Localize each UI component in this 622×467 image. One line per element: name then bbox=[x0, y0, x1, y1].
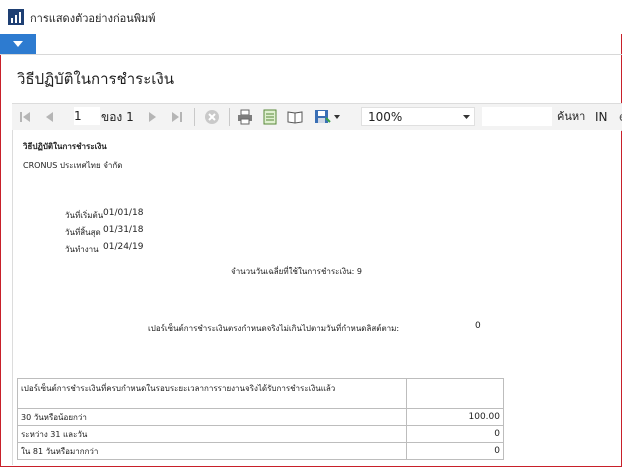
print-layout-button[interactable] bbox=[259, 104, 281, 130]
last-page-button[interactable] bbox=[168, 104, 186, 130]
chevron-down-icon bbox=[13, 41, 23, 47]
stop-button[interactable] bbox=[201, 104, 223, 130]
report-toolbar: 1 ของ 1 100% ค้นหา IN e bbox=[12, 103, 622, 131]
page-count-label: ของ 1 bbox=[101, 110, 134, 124]
table-header-cell: เปอร์เซ็นต์การชำระเงินที่ครบกำหนดในรอบระ… bbox=[17, 378, 407, 409]
unpaid-label: เปอร์เซ็นต์การชำระเงินตรงกำหนดจริงไม่เกิ… bbox=[148, 324, 400, 333]
table-row: ระหว่าง 31 และวัน 0 bbox=[17, 425, 504, 443]
book-icon bbox=[287, 111, 303, 124]
save-export-icon bbox=[315, 110, 340, 123]
row-value: 0 bbox=[406, 425, 504, 443]
dropdown-caret-icon bbox=[463, 115, 470, 119]
find-button[interactable]: ค้นหา bbox=[557, 104, 585, 130]
window-title: การแสดงตัวอย่างก่อนพิมพ์ bbox=[30, 12, 156, 25]
field-label: วันที่สิ้นสุด bbox=[65, 228, 101, 237]
field-label: วันที่เริ่มต้น bbox=[65, 211, 104, 220]
next-page-icon bbox=[149, 112, 156, 122]
table-row: ใน 81 วันหรือมากกว่า 0 bbox=[17, 442, 504, 460]
report-page: วิธีปฏิบัติในการชำระเงิน CRONUS ประเทศไท… bbox=[12, 130, 621, 465]
unpaid-value: 0 bbox=[475, 321, 481, 331]
row-value: 0 bbox=[406, 442, 504, 460]
app-logo-icon bbox=[8, 9, 24, 25]
field-value: 01/24/19 bbox=[103, 242, 144, 252]
average-days-label: จำนวนวันเฉลี่ยที่ใช้ในการชำระเงิน: 9 bbox=[231, 267, 362, 276]
first-page-icon bbox=[20, 112, 30, 122]
page-number-value: 1 bbox=[74, 109, 82, 123]
ribbon-divider bbox=[0, 54, 622, 55]
row-label: ใน 81 วันหรือมากกว่า bbox=[17, 442, 407, 460]
report-title: วิธีปฏิบัติในการชำระเงิน bbox=[23, 142, 107, 151]
company-name: CRONUS ประเทศไทย จำกัด bbox=[23, 161, 123, 170]
print-button[interactable] bbox=[234, 104, 256, 130]
previous-page-button[interactable] bbox=[40, 104, 58, 130]
row-value: 100.00 bbox=[406, 408, 504, 426]
row-label: ระหว่าง 31 และวัน bbox=[17, 425, 407, 443]
stop-icon bbox=[205, 110, 219, 124]
ribbon-menu-button[interactable] bbox=[0, 34, 36, 54]
previous-page-icon bbox=[46, 112, 53, 122]
table-header-empty bbox=[406, 378, 504, 409]
payment-summary-table: เปอร์เซ็นต์การชำระเงินที่ครบกำหนดในรอบระ… bbox=[17, 378, 504, 460]
page-number-input[interactable]: 1 bbox=[74, 107, 100, 125]
next-page-button[interactable] bbox=[144, 104, 162, 130]
last-page-icon bbox=[172, 112, 182, 122]
find-text-input[interactable] bbox=[482, 107, 552, 126]
export-button[interactable] bbox=[312, 104, 342, 130]
table-header-row: เปอร์เซ็นต์การชำระเงินที่ครบกำหนดในรอบระ… bbox=[17, 378, 504, 409]
printer-icon bbox=[238, 109, 252, 125]
page-layout-icon bbox=[263, 109, 277, 125]
field-label: วันทำงาน bbox=[65, 245, 99, 254]
table-row: 30 วันหรือน้อยกว่า 100.00 bbox=[17, 408, 504, 426]
first-page-button[interactable] bbox=[16, 104, 34, 130]
toolbar-separator bbox=[229, 108, 230, 126]
find-in-label: IN bbox=[595, 110, 608, 124]
toolbar-separator bbox=[194, 108, 195, 126]
title-bar: การแสดงตัวอย่างก่อนพิมพ์ bbox=[0, 0, 622, 34]
row-label: 30 วันหรือน้อยกว่า bbox=[17, 408, 407, 426]
page-setup-button[interactable] bbox=[284, 104, 306, 130]
zoom-value: 100% bbox=[368, 110, 403, 124]
field-value: 01/01/18 bbox=[103, 208, 144, 218]
page-title: วิธีปฏิบัติในการชำระเงิน bbox=[17, 70, 174, 88]
field-value: 01/31/18 bbox=[103, 225, 144, 235]
zoom-select[interactable]: 100% bbox=[361, 107, 475, 126]
